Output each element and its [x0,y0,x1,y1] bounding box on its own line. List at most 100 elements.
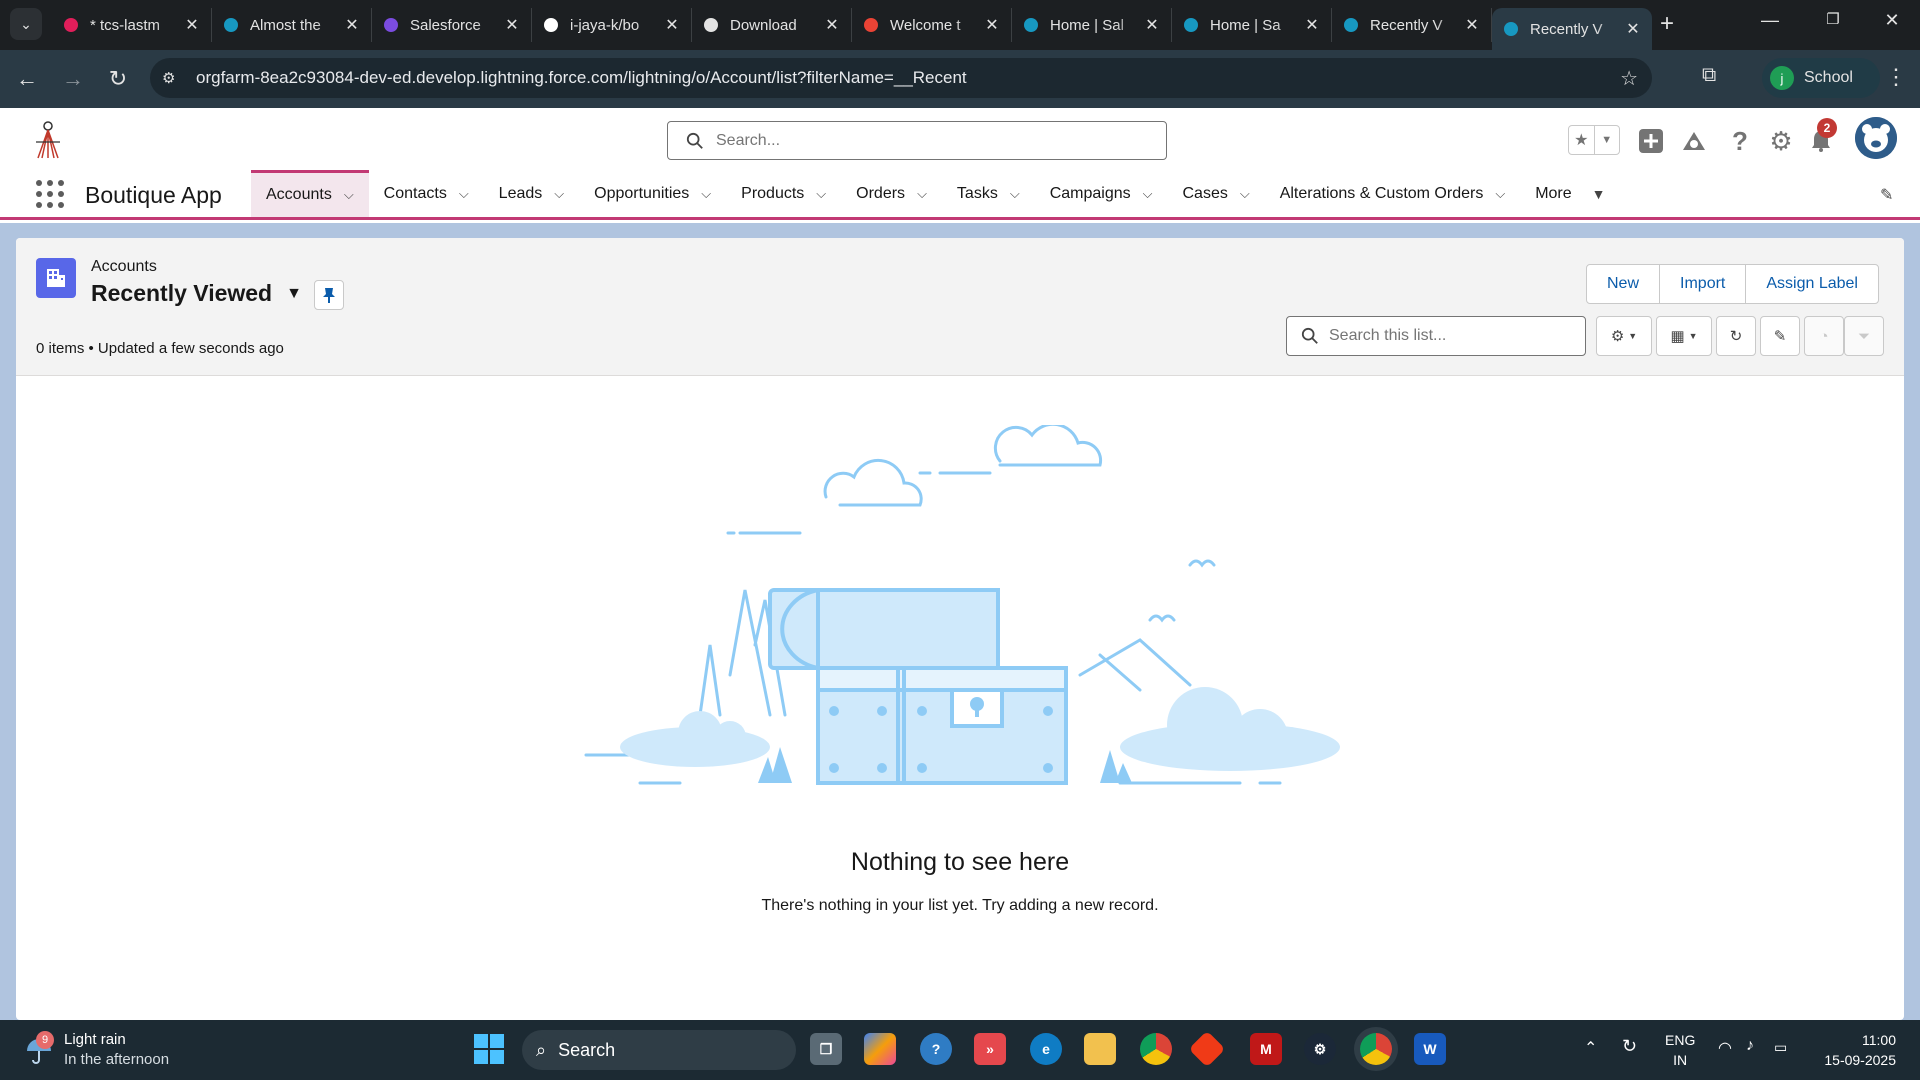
setup-gear-icon[interactable]: ⚙ [1766,126,1796,156]
filter-button[interactable]: ⏷ [1844,316,1884,356]
battery-icon[interactable]: ▭ [1774,1039,1787,1056]
back-button[interactable]: ← [12,66,42,92]
browser-tab[interactable]: * tcs-lastm ✕ [52,8,212,42]
browser-menu-icon[interactable]: ⋮ [1885,64,1907,90]
wifi-icon[interactable]: ◠ [1718,1038,1732,1058]
nav-item-contacts[interactable]: Contacts ⌵ [369,170,484,217]
tray-overflow-icon[interactable]: ⌃ [1584,1038,1597,1058]
global-search[interactable] [667,121,1167,160]
nav-item-leads[interactable]: Leads ⌵ [484,170,579,217]
chrome-profile-icon[interactable] [1360,1033,1392,1065]
weather-widget[interactable]: 9 Light rain In the afternoon [24,1030,169,1070]
nav-item-orders[interactable]: Orders ⌵ [841,170,942,217]
browser-tab[interactable]: Salesforce ✕ [372,8,532,42]
browser-tab[interactable]: Home | Sa ✕ [1172,8,1332,42]
edit-nav-icon[interactable]: ✎ [1880,185,1893,205]
windows-start-icon[interactable] [474,1034,504,1064]
favorites-star-icon[interactable]: ★ [1569,126,1595,154]
close-tab-icon[interactable]: ✕ [343,15,361,35]
browser-tab[interactable]: Recently V ✕ [1332,8,1492,42]
edit-list-button[interactable]: ✎ [1760,316,1800,356]
forward-button[interactable]: → [58,66,88,92]
close-tab-icon[interactable]: ✕ [983,15,1001,35]
app-launcher-icon[interactable] [36,180,64,208]
pin-list-button[interactable] [314,280,344,310]
close-window-button[interactable]: ✕ [1872,10,1912,31]
chevron-down-icon[interactable]: ⌵ [1495,186,1505,202]
file-explorer-icon[interactable] [1084,1033,1116,1065]
nav-item-tasks[interactable]: Tasks ⌵ [942,170,1035,217]
chevron-down-icon[interactable]: ⌵ [701,186,711,202]
steam-icon[interactable]: ⚙ [1304,1033,1336,1065]
nav-item-alterations-custom-orders[interactable]: Alterations & Custom Orders ⌵ [1265,170,1520,217]
tips-icon[interactable]: ? [920,1033,952,1065]
git-icon[interactable] [1188,1030,1226,1068]
mcafee-icon[interactable]: M [1250,1033,1282,1065]
address-bar[interactable]: ⚙ orgfarm-8ea2c93084-dev-ed.develop.ligh… [150,58,1652,98]
trailhead-icon[interactable] [1679,126,1709,156]
profile-button[interactable]: j School [1762,58,1880,98]
nav-item-cases[interactable]: Cases ⌵ [1167,170,1264,217]
close-tab-icon[interactable]: ✕ [1143,15,1161,35]
new-button[interactable]: New [1587,265,1661,303]
browser-tab[interactable]: Almost the ✕ [212,8,372,42]
user-avatar[interactable] [1855,117,1897,159]
reload-button[interactable]: ↻ [103,66,133,92]
close-tab-icon[interactable]: ✕ [183,15,201,35]
close-tab-icon[interactable]: ✕ [503,15,521,35]
chevron-down-icon[interactable]: ⌵ [1010,186,1020,202]
minimize-button[interactable]: — [1750,10,1790,31]
browser-tab[interactable]: Home | Sal ✕ [1012,8,1172,42]
new-tab-button[interactable]: + [1652,8,1682,40]
chevron-down-icon[interactable]: ⌵ [554,186,564,202]
edge-icon[interactable]: e [1030,1033,1062,1065]
nav-item-accounts[interactable]: Accounts ⌵ [251,170,369,217]
chevron-down-icon[interactable]: ⌵ [344,187,354,203]
clock[interactable]: 11:00 15-09-2025 [1812,1030,1896,1070]
task-view-icon[interactable]: ❐ [810,1033,842,1065]
extensions-icon[interactable]: ⧉ [1702,64,1716,87]
list-search-input[interactable] [1329,327,1579,345]
bookmark-star-icon[interactable]: ☆ [1620,66,1638,91]
nav-item-opportunities[interactable]: Opportunities ⌵ [579,170,726,217]
list-view-controls-button[interactable]: ⚙ ▼ [1596,316,1652,356]
list-view-selector[interactable]: Recently Viewed ▼ [91,280,302,307]
app-red-icon[interactable]: » [974,1033,1006,1065]
close-tab-icon[interactable]: ✕ [1303,15,1321,35]
tab-search-button[interactable]: ⌄ [10,8,42,40]
help-icon[interactable]: ? [1725,126,1755,156]
assign-label-button[interactable]: Assign Label [1746,265,1878,303]
chevron-down-icon[interactable]: ▼ [1592,186,1606,202]
nav-item-products[interactable]: Products ⌵ [726,170,841,217]
list-search[interactable] [1286,316,1586,356]
close-tab-icon[interactable]: ✕ [823,15,841,35]
chevron-down-icon[interactable]: ⌵ [917,186,927,202]
volume-icon[interactable]: ♪ [1746,1037,1754,1055]
site-info-icon[interactable]: ⚙ [162,69,186,87]
restore-button[interactable]: ❐ [1813,10,1853,28]
language-indicator[interactable]: ENG IN [1665,1030,1695,1070]
word-icon[interactable]: W [1414,1033,1446,1065]
caret-down-icon[interactable]: ▼ [286,285,302,303]
browser-tab[interactable]: Download ✕ [692,8,852,42]
nav-item-more[interactable]: More ▼ [1520,170,1620,217]
taskbar-search[interactable]: ⌕ Search [522,1030,796,1070]
browser-tab[interactable]: Recently V ✕ [1492,8,1652,50]
browser-tab[interactable]: i-jaya-k/bo ✕ [532,8,692,42]
sync-icon[interactable]: ↻ [1622,1036,1637,1057]
favorites-list-icon[interactable]: ▼ [1595,126,1620,154]
nav-item-campaigns[interactable]: Campaigns ⌵ [1035,170,1168,217]
favorites-group[interactable]: ★ ▼ [1568,125,1620,155]
chevron-down-icon[interactable]: ⌵ [1240,186,1250,202]
chevron-down-icon[interactable]: ⌵ [459,186,469,202]
chevron-down-icon[interactable]: ⌵ [1143,186,1153,202]
close-tab-icon[interactable]: ✕ [663,15,681,35]
global-search-input[interactable] [716,131,1136,150]
browser-tab[interactable]: Welcome t ✕ [852,8,1012,42]
global-actions-icon[interactable] [1636,126,1666,156]
close-tab-icon[interactable]: ✕ [1624,19,1642,39]
chevron-down-icon[interactable]: ⌵ [816,186,826,202]
display-as-button[interactable]: ▦ ▼ [1656,316,1712,356]
copilot-icon[interactable] [864,1033,896,1065]
refresh-button[interactable]: ↻ [1716,316,1756,356]
